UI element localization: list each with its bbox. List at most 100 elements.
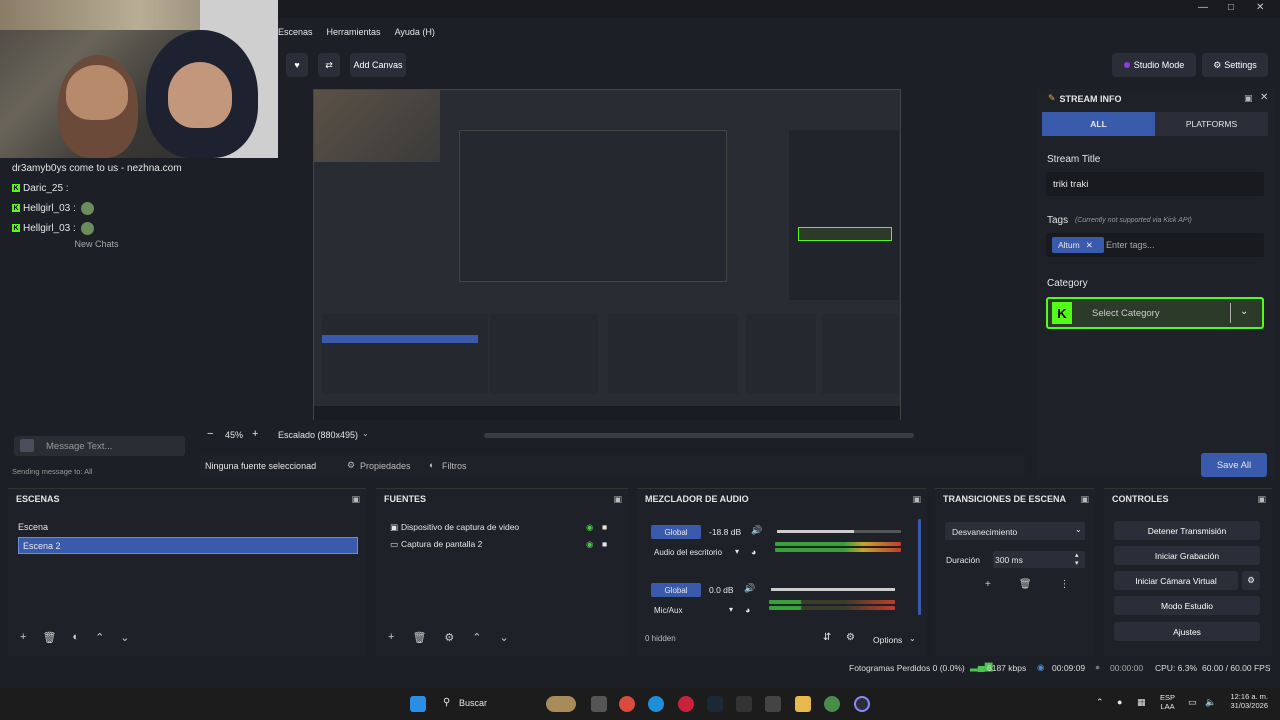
scene-item[interactable]: Escena (18, 522, 48, 532)
heart-icon[interactable]: ♥ (286, 53, 308, 77)
speaker-icon[interactable]: 🔊 (744, 583, 755, 594)
gear-icon[interactable]: ⚙ (1242, 571, 1260, 590)
undock-icon[interactable]: ▣ (351, 494, 360, 505)
undock-icon[interactable]: ▣ (912, 494, 921, 505)
device-select[interactable]: Mic/Aux (654, 606, 682, 615)
minimize-icon[interactable]: — (1198, 2, 1208, 13)
trash-icon[interactable]: 🗑 (1019, 579, 1032, 590)
horizontal-scrollbar[interactable] (484, 433, 914, 438)
chevron-down-icon[interactable]: ▾ (729, 605, 733, 614)
undock-icon[interactable]: ▣ (1257, 494, 1266, 505)
eye-icon[interactable]: ◉ (586, 522, 593, 533)
undock-icon[interactable]: ▣ (1080, 494, 1089, 505)
add-icon[interactable]: + (20, 631, 26, 644)
lock-icon[interactable]: ■ (602, 522, 607, 532)
volume-slider[interactable] (777, 530, 901, 533)
save-all-button[interactable]: Save All (1201, 453, 1267, 477)
studio-mode-button[interactable]: Modo Estudio (1114, 596, 1260, 615)
zoom-out-icon[interactable]: − (207, 428, 213, 440)
canvas-preview[interactable] (313, 89, 901, 420)
arrow-down-icon[interactable]: ⌄ (500, 631, 509, 644)
gear-icon[interactable]: ⚙ (846, 632, 855, 643)
stepper-down-icon[interactable]: ▾ (1075, 559, 1079, 567)
add-icon[interactable]: + (985, 579, 991, 590)
zoom-in-icon[interactable]: + (252, 428, 258, 440)
folder-icon[interactable] (795, 696, 811, 712)
volume-icon[interactable]: 🔈 (1205, 697, 1216, 708)
headphones-icon[interactable]: ◕ (745, 605, 750, 615)
chevron-down-icon[interactable]: ⌄ (909, 634, 916, 643)
add-canvas-button[interactable]: Add Canvas (350, 53, 406, 77)
gear-icon[interactable]: ⚙ (444, 631, 454, 644)
task-view-icon[interactable] (591, 696, 607, 712)
properties-button[interactable]: Propiedades (360, 461, 411, 471)
trash-icon[interactable]: 🗑 (412, 631, 426, 644)
tray-arrow-icon[interactable]: ⌃ (1096, 697, 1104, 708)
start-recording-button[interactable]: Iniciar Grabación (1114, 546, 1260, 565)
tags-input[interactable]: Altum ✕ Enter tags... (1046, 233, 1264, 257)
options-button[interactable]: Options (873, 635, 902, 645)
source-item[interactable]: ▭ Captura de pantalla 2 ◉ ■ (390, 539, 620, 550)
undock-icon[interactable]: ▣ (1244, 93, 1253, 104)
maximize-icon[interactable]: □ (1228, 2, 1234, 13)
vertical-scrollbar[interactable] (918, 519, 921, 615)
undock-icon[interactable]: ▣ (613, 494, 622, 505)
message-input[interactable]: Message Text... (14, 436, 185, 456)
stepper-up-icon[interactable]: ▴ (1075, 551, 1079, 559)
close-icon[interactable]: ✕ (1256, 2, 1264, 13)
settings-button[interactable]: ⚙ Settings (1202, 53, 1268, 77)
mixer-settings-icon[interactable]: ⇵ (823, 632, 831, 643)
menu-item-ayuda[interactable]: Ayuda (H) (395, 27, 435, 37)
lock-icon[interactable]: ■ (602, 539, 607, 549)
refresh-icon[interactable]: ⇄ (318, 53, 340, 77)
device-select[interactable]: Audio del escritorio (654, 548, 722, 557)
arrow-up-icon[interactable]: ⌃ (95, 631, 104, 644)
chevron-down-icon[interactable]: ▾ (735, 547, 739, 556)
more-icon[interactable]: ⋮ (1060, 579, 1070, 590)
scaling-select[interactable]: Escalado (880x495) (278, 430, 358, 440)
scene-item-selected[interactable]: Escena 2 (18, 537, 358, 554)
tab-platforms[interactable]: PLATFORMS (1155, 112, 1268, 136)
speaker-icon[interactable]: 🔊 (751, 525, 762, 536)
transition-select[interactable]: Desvanecimiento ⌄ (945, 522, 1085, 540)
kick-app-icon[interactable] (824, 696, 840, 712)
duration-input[interactable]: 300 ms ▴ ▾ (993, 551, 1085, 568)
taskbar-search[interactable]: Buscar (459, 698, 487, 708)
menu-item-herramientas[interactable]: Herramientas (327, 27, 381, 37)
close-icon[interactable]: ✕ (1260, 92, 1268, 103)
headphones-icon[interactable]: ◕ (751, 547, 756, 557)
add-icon[interactable]: + (388, 631, 394, 644)
filter-icon[interactable]: ◐ (72, 631, 79, 644)
store-icon[interactable] (765, 696, 781, 712)
language-indicator[interactable]: ESP LAA (1160, 693, 1175, 711)
search-icon[interactable]: ⚲ (443, 697, 450, 708)
global-badge[interactable]: Global (651, 525, 701, 539)
chat-user[interactable]: Hellgirl_03 : (23, 223, 76, 234)
studio-mode-button[interactable]: Studio Mode (1112, 53, 1196, 77)
windows-start-icon[interactable] (410, 696, 426, 712)
stop-stream-button[interactable]: Detener Transmisión (1114, 521, 1260, 540)
edge-icon[interactable] (648, 696, 664, 712)
trash-icon[interactable]: 🗑 (42, 631, 56, 644)
global-badge[interactable]: Global (651, 583, 701, 597)
obs-icon[interactable] (854, 696, 870, 712)
tab-all[interactable]: ALL (1042, 112, 1155, 136)
virtual-camera-button[interactable]: Iniciar Cámara Virtual (1114, 571, 1238, 590)
filters-button[interactable]: Filtros (442, 461, 467, 471)
remove-tag-icon[interactable]: ✕ (1086, 240, 1093, 251)
chrome-icon[interactable] (619, 696, 635, 712)
chat-user[interactable]: Daric_25 : (23, 183, 69, 194)
menu-item-escenas[interactable]: Escenas (278, 27, 313, 37)
network-icon[interactable]: ▭ (1188, 697, 1197, 708)
app-icon[interactable] (736, 696, 752, 712)
arrow-up-icon[interactable]: ⌃ (472, 631, 481, 644)
eye-icon[interactable]: ◉ (586, 539, 593, 550)
opera-icon[interactable] (678, 696, 694, 712)
settings-button[interactable]: Ajustes (1114, 622, 1260, 641)
category-select[interactable]: K Select Category ⌄ (1046, 297, 1264, 329)
volume-slider[interactable] (771, 588, 895, 591)
chevron-down-icon[interactable]: ⌄ (362, 429, 369, 438)
chat-user[interactable]: Hellgirl_03 : (23, 203, 76, 214)
source-item[interactable]: ▣ Dispositivo de captura de video ◉ ■ (390, 522, 620, 533)
steam-icon[interactable] (707, 696, 723, 712)
